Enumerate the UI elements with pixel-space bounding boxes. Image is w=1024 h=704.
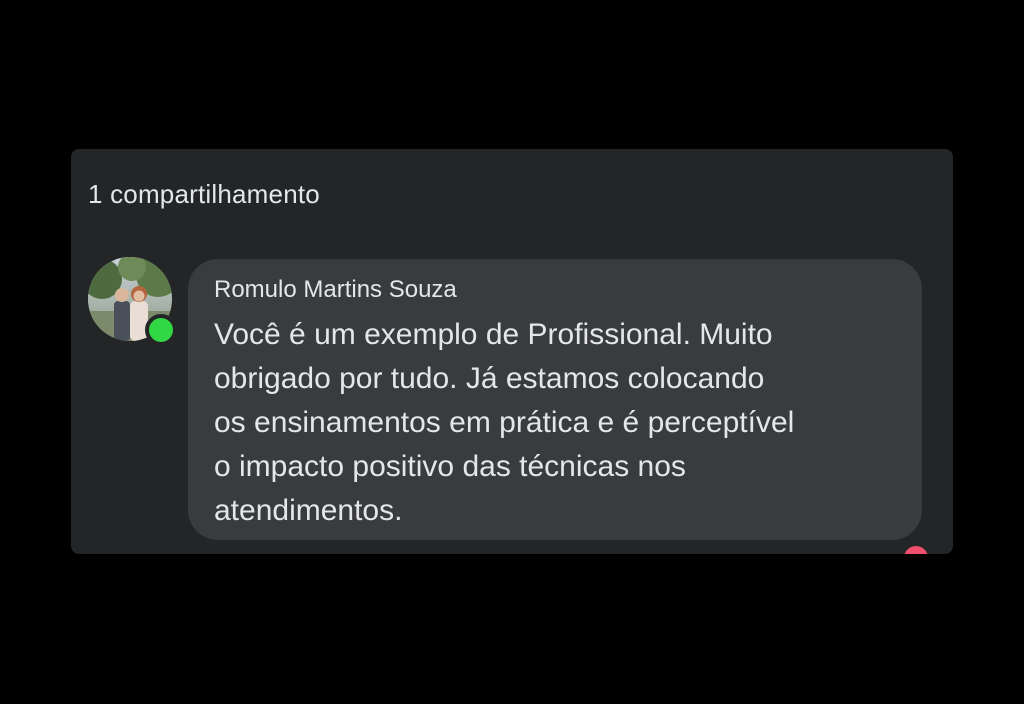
comment-text-line: Você é um exemplo de Profissional. Muito [214, 318, 773, 351]
comments-panel: 1 compartilhamento Romulo Martins Souza … [71, 149, 953, 554]
online-status-indicator [145, 314, 177, 346]
shares-count-link[interactable]: 1 compartilhamento [88, 179, 320, 210]
comment-text-line: os ensinamentos em prática e é perceptív… [214, 406, 795, 439]
comment-text-line: o impacto positivo das técnicas nos [214, 450, 686, 483]
commenter-avatar[interactable] [88, 257, 177, 346]
comment-text-line: atendimentos. [214, 494, 403, 527]
reaction-icon[interactable] [904, 546, 928, 554]
comment-bubble[interactable]: Romulo Martins Souza Você é um exemplo d… [188, 259, 922, 540]
comment-author-name[interactable]: Romulo Martins Souza [214, 276, 457, 304]
comment-text-line: obrigado por tudo. Já estamos colocando [214, 362, 765, 395]
comment-text: Você é um exemplo de Profissional. Muito… [214, 313, 914, 533]
